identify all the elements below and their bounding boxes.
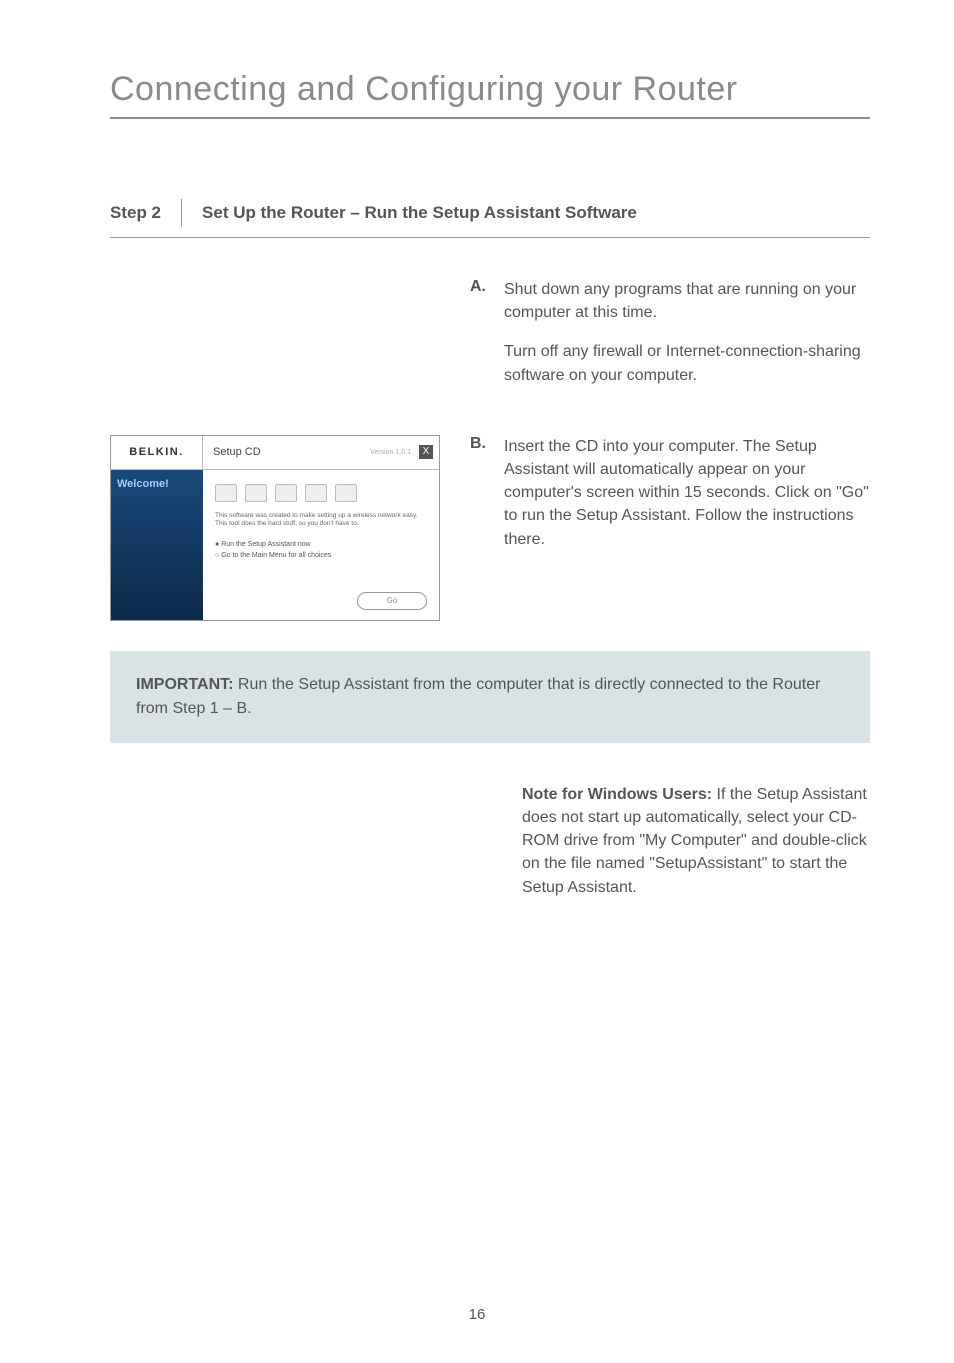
item-b-left: BELKIN. Setup CD Version 1.0.1 X Welcome… [110,435,450,621]
setup-cd-sidebar: Welcome! [111,470,203,620]
item-a-letter: A. [470,278,486,387]
step-header: Step 2 Set Up the Router – Run the Setup… [110,199,870,238]
laptop-icon [245,484,267,502]
option-main-menu[interactable]: ○ Go to the Main Menu for all choices [215,550,427,561]
setup-cd-header: BELKIN. Setup CD Version 1.0.1 X [111,436,439,470]
setup-cd-options: ● Run the Setup Assistant now ○ Go to th… [215,539,427,561]
option-run-now-label: Run the Setup Assistant now [221,541,311,548]
item-b-letter: B. [470,435,486,551]
important-label: IMPORTANT: [136,676,233,693]
windows-note: Note for Windows Users: If the Setup Ass… [522,783,870,899]
page-number: 16 [0,1306,954,1323]
item-a-text: Shut down any programs that are running … [504,278,870,387]
option-main-menu-label: Go to the Main Menu for all choices [221,552,331,559]
belkin-brand: BELKIN. [111,436,203,469]
setup-cd-tab: Setup CD Version 1.0.1 X [203,436,439,469]
setup-cd-window: BELKIN. Setup CD Version 1.0.1 X Welcome… [110,435,440,621]
go-button[interactable]: Go [357,592,427,610]
windows-note-label: Note for Windows Users: [522,786,712,803]
item-b-right: B. Insert the CD into your computer. The… [470,435,870,621]
item-b-paragraph: Insert the CD into your computer. The Se… [504,435,870,551]
step-title: Set Up the Router – Run the Setup Assist… [182,199,637,227]
setup-cd-desc: This software was created to make settin… [215,512,427,529]
item-b: B. Insert the CD into your computer. The… [470,435,870,551]
setup-cd-version: Version 1.0.1 [370,449,411,456]
device-icons-row [215,484,427,502]
important-text: Run the Setup Assistant from the compute… [136,676,820,717]
item-a: A. Shut down any programs that are runni… [470,278,870,387]
monitor-icon [215,484,237,502]
option-run-now[interactable]: ● Run the Setup Assistant now [215,539,427,550]
close-icon[interactable]: X [419,445,433,459]
setup-cd-main: This software was created to make settin… [203,470,439,620]
item-a-p1: Shut down any programs that are running … [504,278,870,324]
item-a-row: A. Shut down any programs that are runni… [110,278,870,405]
setup-cd-tab-label: Setup CD [213,446,261,458]
document-page: Connecting and Configuring your Router S… [0,0,954,1363]
item-a-right: A. Shut down any programs that are runni… [470,278,870,405]
item-b-row: BELKIN. Setup CD Version 1.0.1 X Welcome… [110,435,870,621]
item-a-left-empty [110,278,450,405]
important-callout: IMPORTANT: Run the Setup Assistant from … [110,651,870,743]
setup-cd-body: Welcome! This software was created to ma… [111,470,439,620]
sidebar-welcome: Welcome! [117,478,197,490]
item-a-p2: Turn off any firewall or Internet-connec… [504,340,870,386]
globe-icon [335,484,357,502]
item-b-text: Insert the CD into your computer. The Se… [504,435,870,551]
step-label: Step 2 [110,199,182,227]
page-title: Connecting and Configuring your Router [110,70,870,119]
modem-icon [305,484,327,502]
router-icon [275,484,297,502]
